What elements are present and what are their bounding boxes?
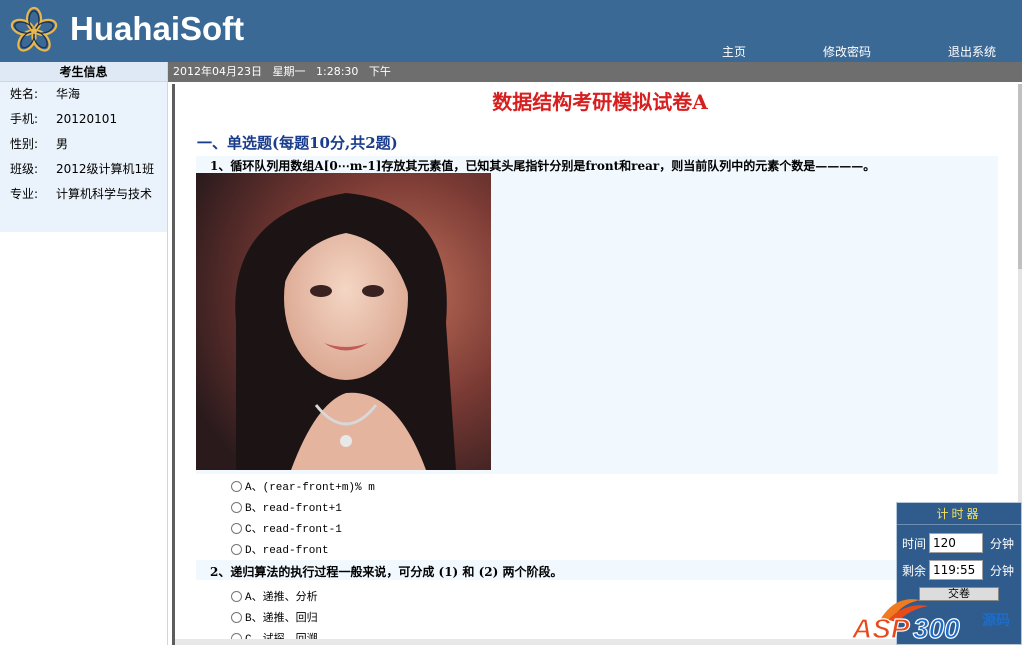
nav-home-link[interactable]: 主页	[722, 43, 746, 60]
exam-title: 数据结构考研模拟试卷A	[492, 90, 708, 114]
nav-change-password-link[interactable]: 修改密码	[823, 43, 871, 60]
svg-text:300: 300	[913, 613, 960, 644]
nav-logout-link[interactable]: 退出系统	[948, 43, 996, 60]
flower-logo-icon	[10, 6, 58, 52]
q1-option-d[interactable]: D、read-front	[231, 541, 329, 557]
info-value: 计算机科学与技术	[56, 187, 153, 201]
q1-option-b[interactable]: B、read-front+1	[231, 499, 342, 515]
timer-remain-label: 剩余	[902, 563, 927, 578]
timer-remain-row: 剩余 分钟	[897, 558, 1022, 582]
portrait-photo-icon	[196, 173, 491, 470]
scrollbar-thumb[interactable]	[1018, 84, 1022, 269]
info-label: 班级:	[10, 162, 39, 176]
timer-total-unit: 分钟	[990, 536, 1015, 551]
asp300-watermark-logo: ASP 300 源码	[850, 599, 1010, 645]
info-row-class: 班级: 2012级计算机1班	[0, 157, 167, 182]
info-value: 2012级计算机1班	[56, 162, 155, 176]
info-label: 姓名:	[10, 87, 39, 101]
exam-content-area[interactable]: 数据结构考研模拟试卷A 一、单选题(每题10分,共2题) 1、循环队列用数组A[…	[172, 84, 1022, 645]
current-weekday: 星期一	[272, 65, 306, 78]
student-info-panel: 考生信息 姓名: 华海 手机: 20120101 性别: 男 班级: 2012级计算机1…	[0, 62, 168, 645]
info-row-major: 专业: 计算机科学与技术	[0, 182, 167, 207]
student-info-title: 考生信息	[0, 62, 167, 82]
option-label: D、read-front	[245, 545, 329, 557]
timer-remain-input[interactable]	[929, 560, 983, 580]
info-row-phone: 手机: 20120101	[0, 107, 167, 132]
q1-option-b-radio[interactable]	[231, 501, 242, 513]
option-label: C、read-front-1	[245, 524, 342, 536]
option-label: B、递推、回归	[245, 613, 318, 625]
q2-option-b[interactable]: B、递推、回归	[231, 609, 318, 625]
timer-remain-unit: 分钟	[990, 563, 1015, 578]
info-row-name: 姓名: 华海	[0, 82, 167, 107]
q1-option-d-radio[interactable]	[231, 543, 242, 555]
timer-title: 计时器	[897, 503, 1021, 525]
q2-option-b-radio[interactable]	[231, 611, 242, 623]
option-label: A、(rear-front+m)% m	[245, 482, 375, 494]
question-1-image	[196, 173, 491, 470]
timer-total-row: 时间 分钟	[897, 531, 1022, 555]
q1-option-c[interactable]: C、read-front-1	[231, 520, 342, 536]
info-value: 男	[56, 137, 69, 151]
info-panel-spacer	[0, 207, 167, 232]
info-label: 性别:	[10, 137, 39, 151]
current-time: 1:28:30	[316, 65, 359, 78]
question-2-box: 2、递归算法的执行过程一般来说，可分成 (1) 和 (2) 两个阶段。	[196, 560, 998, 580]
top-header: HuahaiSoft 主页 修改密码 退出系统	[0, 0, 1022, 62]
question-1-box: 1、循环队列用数组A[0⋯m-1]存放其元素值，已知其头尾指针分别是front和…	[196, 156, 998, 474]
current-ampm: 下午	[368, 65, 391, 78]
logo-text: HuahaiSoft	[70, 10, 245, 47]
timer-total-input[interactable]	[929, 533, 983, 553]
option-label: B、read-front+1	[245, 503, 342, 515]
timer-total-label: 时间	[902, 536, 927, 551]
svg-text:ASP: ASP	[851, 613, 910, 644]
section-heading: 一、单选题(每题10分,共2题)	[197, 134, 398, 152]
option-label: A、递推、分析	[245, 592, 318, 604]
info-value: 20120101	[56, 112, 118, 126]
q1-option-a[interactable]: A、(rear-front+m)% m	[231, 478, 375, 494]
info-value: 华海	[56, 87, 81, 101]
current-date: 2012年04月23日	[173, 65, 262, 78]
q2-option-a[interactable]: A、递推、分析	[231, 588, 318, 604]
info-row-gender: 性别: 男	[0, 132, 167, 157]
q1-option-c-radio[interactable]	[231, 522, 242, 534]
date-time-bar: 2012年04月23日 星期一 1:28:30 下午	[168, 62, 1022, 82]
question-1-text: 1、循环队列用数组A[0⋯m-1]存放其元素值，已知其头尾指针分别是front和…	[210, 159, 876, 173]
q2-option-a-radio[interactable]	[231, 590, 242, 602]
info-label: 手机:	[10, 112, 39, 126]
question-2-text: 2、递归算法的执行过程一般来说，可分成 (1) 和 (2) 两个阶段。	[210, 565, 563, 579]
info-label: 专业:	[10, 187, 39, 201]
svg-text:源码: 源码	[982, 612, 1010, 629]
q1-option-a-radio[interactable]	[231, 480, 242, 492]
